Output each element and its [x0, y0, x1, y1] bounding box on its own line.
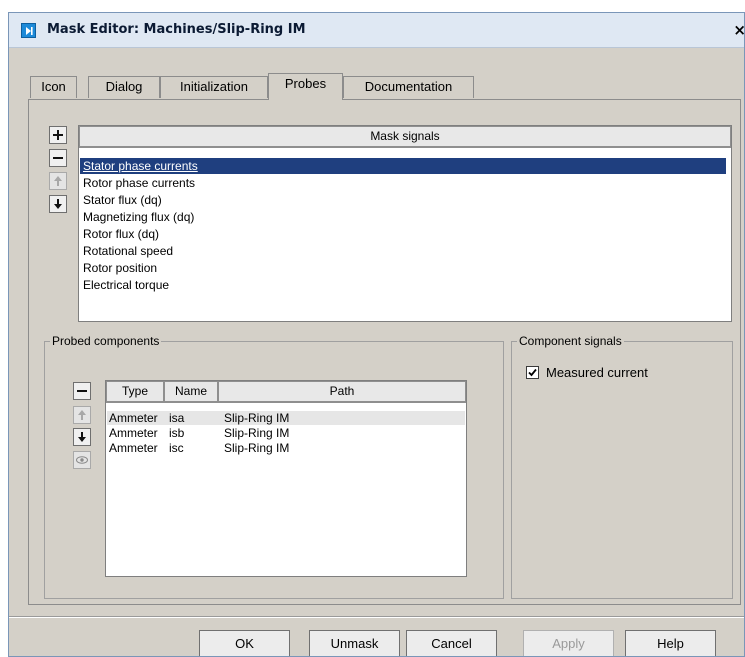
move-probe-down-button[interactable]	[73, 428, 91, 446]
tab-label: Probes	[284, 76, 327, 91]
move-up-icon	[54, 176, 62, 186]
list-item[interactable]: Stator phase currents	[83, 158, 198, 174]
button-separator	[9, 616, 744, 618]
list-item[interactable]: Magnetizing flux (dq)	[83, 209, 194, 225]
eye-icon	[76, 456, 88, 464]
column-header-name[interactable]: Name	[164, 381, 218, 403]
move-down-icon	[78, 432, 86, 442]
move-signal-up-button[interactable]	[49, 172, 67, 190]
tab-dialog[interactable]: Dialog	[88, 76, 160, 98]
name-cell: isc	[169, 441, 184, 455]
ok-button[interactable]: OK	[199, 630, 290, 656]
move-down-icon	[54, 199, 62, 209]
list-item[interactable]: Rotor position	[83, 260, 157, 276]
measured-current-checkbox[interactable]	[526, 366, 539, 379]
name-cell: isb	[169, 426, 185, 440]
path-cell: Slip-Ring IM	[224, 441, 290, 455]
tab-label: Documentation	[364, 79, 453, 94]
check-icon	[528, 368, 537, 377]
probed-components-table[interactable]: Type Name Path Ammeter isa Slip-Ring IM …	[105, 380, 467, 577]
mask-editor-window: Mask Editor: Machines/Slip-Ring IM × Ico…	[8, 12, 745, 657]
close-icon[interactable]: ×	[733, 21, 744, 39]
add-icon	[53, 130, 63, 140]
name-cell: isa	[169, 411, 185, 425]
tab-icon[interactable]: Icon	[30, 76, 77, 98]
path-cell: Slip-Ring IM	[224, 426, 290, 440]
remove-probe-button[interactable]	[73, 382, 91, 400]
list-item[interactable]: Rotational speed	[83, 243, 173, 259]
title-bar[interactable]: Mask Editor: Machines/Slip-Ring IM ×	[9, 13, 744, 48]
list-item[interactable]: Stator flux (dq)	[83, 192, 162, 208]
tab-probes[interactable]: Probes	[268, 73, 343, 100]
component-signals-group: Component signals Measured current	[511, 334, 733, 599]
tab-initialization[interactable]: Initialization	[160, 76, 268, 98]
show-probe-button[interactable]	[73, 451, 91, 469]
type-cell: Ammeter	[109, 411, 158, 425]
component-signals-label: Component signals	[517, 334, 624, 348]
tab-label: Icon	[41, 79, 66, 94]
unmask-button[interactable]: Unmask	[309, 630, 400, 656]
help-button[interactable]: Help	[625, 630, 716, 656]
probed-components-label: Probed components	[50, 334, 162, 348]
mask-signals-header[interactable]: Mask signals	[79, 126, 731, 148]
measured-current-label[interactable]: Measured current	[546, 366, 648, 380]
apply-button[interactable]: Apply	[523, 630, 614, 656]
list-item[interactable]: Electrical torque	[83, 277, 169, 293]
tab-label: Dialog	[105, 79, 143, 94]
probed-components-group: Probed components Type Name Path Ammeter…	[44, 334, 504, 599]
list-item[interactable]: Rotor phase currents	[83, 175, 195, 191]
column-header-path[interactable]: Path	[218, 381, 466, 403]
move-signal-down-button[interactable]	[49, 195, 67, 213]
path-cell: Slip-Ring IM	[224, 411, 290, 425]
remove-signal-button[interactable]	[49, 149, 67, 167]
window-title: Mask Editor: Machines/Slip-Ring IM	[47, 22, 306, 37]
move-probe-up-button[interactable]	[73, 406, 91, 424]
tab-documentation[interactable]: Documentation	[343, 76, 474, 98]
list-item[interactable]: Rotor flux (dq)	[83, 226, 159, 242]
type-cell: Ammeter	[109, 426, 158, 440]
mask-signals-list[interactable]: Mask signals Stator phase currents Rotor…	[78, 125, 732, 322]
probes-panel: Mask signals Stator phase currents Rotor…	[28, 99, 741, 605]
tab-label: Initialization	[180, 79, 248, 94]
remove-icon	[53, 157, 63, 159]
remove-icon	[77, 390, 87, 392]
play-icon	[21, 23, 36, 38]
type-cell: Ammeter	[109, 441, 158, 455]
add-signal-button[interactable]	[49, 126, 67, 144]
cancel-button[interactable]: Cancel	[406, 630, 497, 656]
move-up-icon	[78, 410, 86, 420]
column-header-type[interactable]: Type	[106, 381, 164, 403]
